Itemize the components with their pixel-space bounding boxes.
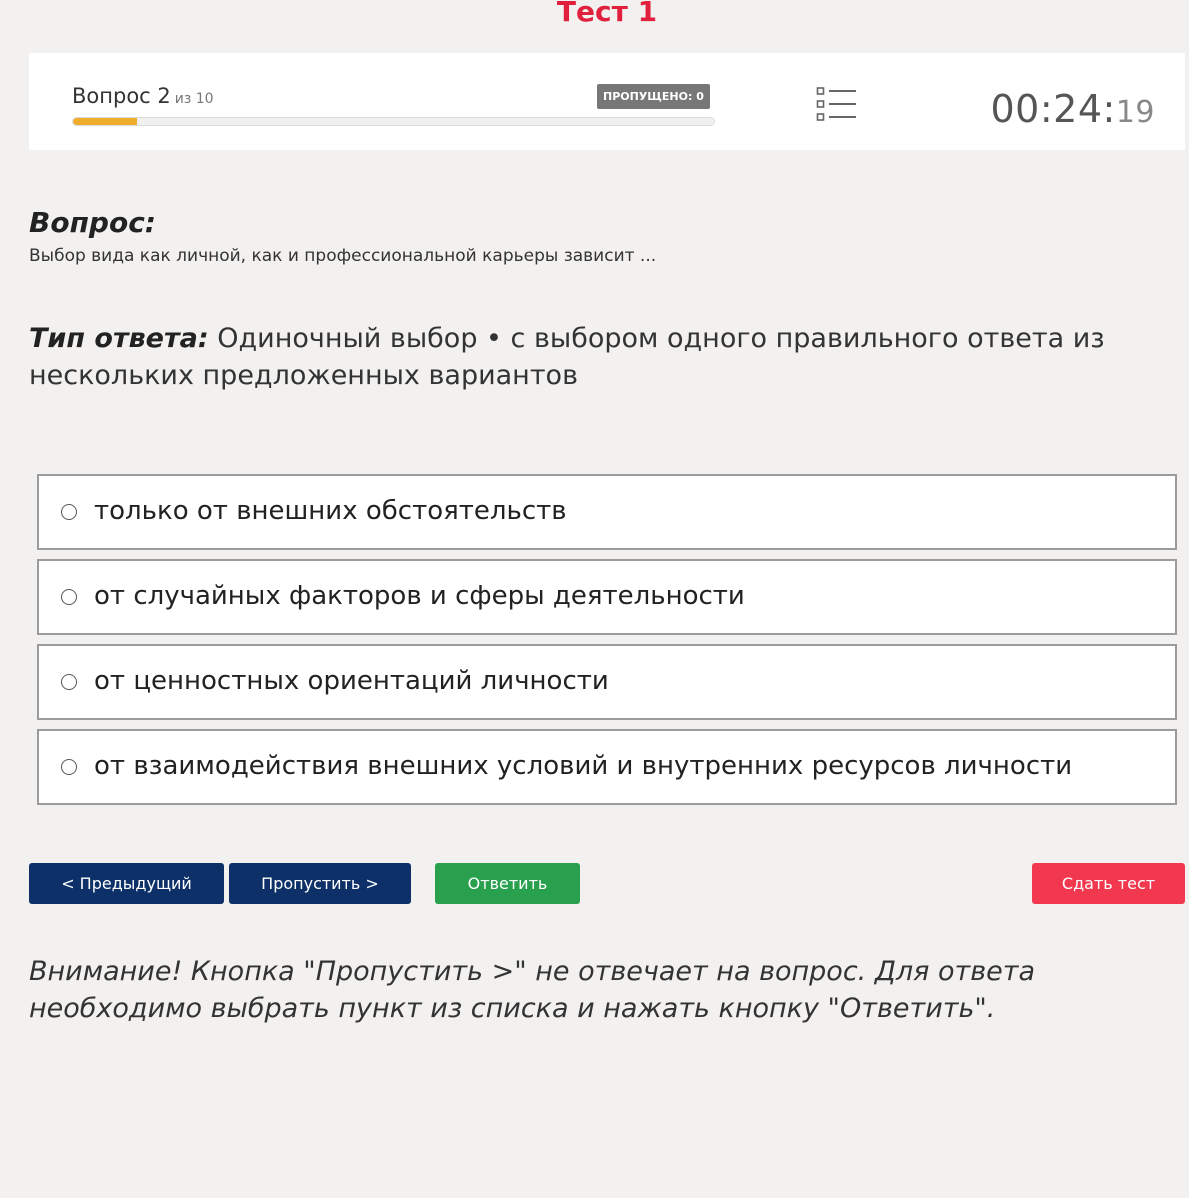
answer-option-label: от ценностных ориентаций личности xyxy=(94,666,609,696)
radio-unchecked-icon[interactable] xyxy=(61,759,77,775)
skip-warning-notice: Внимание! Кнопка "Пропустить >" не отвеч… xyxy=(29,956,1036,1024)
question-number: Вопрос 2 xyxy=(72,84,171,108)
answer-option-label: только от внешних обстоятельств xyxy=(94,496,567,526)
progress-fill xyxy=(73,118,138,125)
countdown-timer: 00:24:19 xyxy=(991,87,1156,131)
answer-option-label: от случайных факторов и сферы деятельнос… xyxy=(94,581,745,611)
skip-button[interactable]: Пропустить > xyxy=(229,863,411,904)
list-checklist-icon[interactable] xyxy=(816,86,858,124)
answer-option[interactable]: от случайных факторов и сферы деятельнос… xyxy=(37,559,1177,635)
question-total: из 10 xyxy=(174,91,214,107)
previous-button[interactable]: < Предыдущий xyxy=(29,863,224,904)
answer-type: Тип ответа: Одиночный выбор • с выбором … xyxy=(29,320,1139,394)
radio-unchecked-icon[interactable] xyxy=(61,674,77,690)
question-heading: Вопрос: xyxy=(29,206,156,239)
answer-options: только от внешних обстоятельств от случа… xyxy=(37,474,1177,814)
question-text: Выбор вида как личной, как и профессиона… xyxy=(29,246,657,266)
progress-bar xyxy=(72,117,715,126)
quiz-header-panel: Вопрос 2 из 10 ПРОПУЩЕНО: 0 00:24:19 xyxy=(29,53,1185,150)
answer-option-label: от взаимодействия внешних условий и внут… xyxy=(94,751,1073,781)
answer-type-label: Тип ответа: xyxy=(29,323,209,354)
page-title: Тест 1 xyxy=(556,0,658,28)
skipped-badge: ПРОПУЩЕНО: 0 xyxy=(597,84,710,109)
submit-test-button[interactable]: Сдать тест xyxy=(1032,863,1185,904)
radio-unchecked-icon[interactable] xyxy=(61,589,77,605)
timer-main: 00:24: xyxy=(990,87,1116,131)
question-counter: Вопрос 2 из 10 xyxy=(72,84,214,108)
answer-button[interactable]: Ответить xyxy=(435,863,580,904)
answer-option[interactable]: только от внешних обстоятельств xyxy=(37,474,1177,550)
radio-unchecked-icon[interactable] xyxy=(61,504,77,520)
answer-option[interactable]: от ценностных ориентаций личности xyxy=(37,644,1177,720)
answer-option[interactable]: от взаимодействия внешних условий и внут… xyxy=(37,729,1177,805)
timer-seconds: 19 xyxy=(1115,95,1155,130)
